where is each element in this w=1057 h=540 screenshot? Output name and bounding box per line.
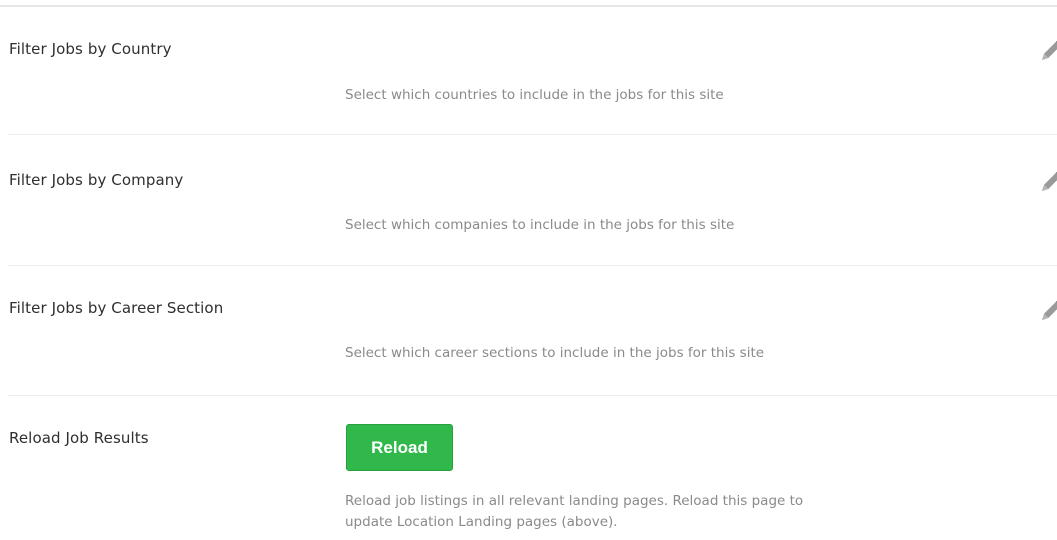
setting-label-career-section: Filter Jobs by Career Section <box>9 299 224 317</box>
setting-description-career-section: Select which career sections to include … <box>345 345 765 361</box>
setting-description-country: Select which countries to include in the… <box>345 87 724 103</box>
setting-label-company: Filter Jobs by Company <box>9 171 184 189</box>
setting-description-company: Select which companies to include in the… <box>345 217 735 233</box>
reload-description-line-2: update Location Landing pages (above). <box>345 514 618 530</box>
reload-description-line-1: Reload job listings in all relevant land… <box>345 493 804 509</box>
top-divider <box>0 5 1057 7</box>
setting-label-country: Filter Jobs by Country <box>9 40 172 58</box>
row-divider <box>8 395 1057 396</box>
setting-description-reload: Reload job listings in all relevant land… <box>345 491 945 533</box>
pencil-icon[interactable] <box>1036 296 1057 320</box>
reload-button[interactable]: Reload <box>346 424 453 471</box>
row-divider <box>8 134 1057 135</box>
setting-label-reload: Reload Job Results <box>9 429 149 447</box>
pencil-icon[interactable] <box>1036 36 1057 60</box>
pencil-icon[interactable] <box>1036 167 1057 191</box>
row-divider <box>8 265 1057 266</box>
